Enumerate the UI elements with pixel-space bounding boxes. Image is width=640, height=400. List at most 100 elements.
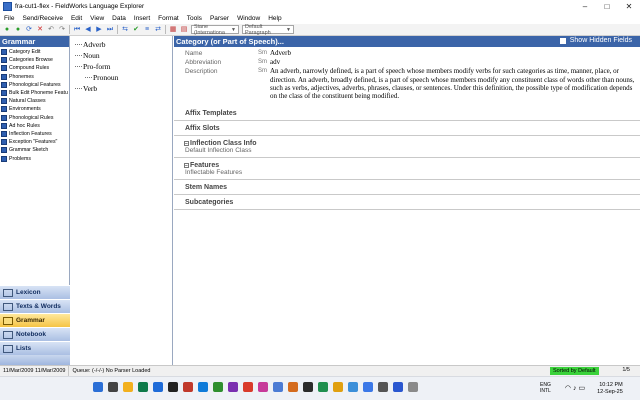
maximize-button[interactable]: □ xyxy=(596,0,618,13)
menu-insert[interactable]: Insert xyxy=(134,15,150,22)
abbreviation-field[interactable]: adv xyxy=(270,58,280,66)
refresh-icon[interactable]: ⟳ xyxy=(25,26,33,34)
tool-icon xyxy=(1,57,7,64)
name-field[interactable]: Adverb xyxy=(270,49,291,57)
delete-icon[interactable]: ✕ xyxy=(36,26,44,34)
sync-icon[interactable]: ⇄ xyxy=(154,26,162,34)
tool-categories-browse[interactable]: Categories Browse xyxy=(0,56,69,64)
app-icon[interactable] xyxy=(183,382,193,392)
search-icon[interactable] xyxy=(108,382,118,392)
description-field[interactable]: An adverb, narrowly defined, is a part o… xyxy=(270,67,638,100)
menu-view[interactable]: View xyxy=(90,15,104,22)
excel-icon[interactable] xyxy=(138,382,148,392)
tool-category-edit[interactable]: Category Edit xyxy=(0,48,69,56)
insert-icon[interactable]: ▦ xyxy=(169,26,177,34)
tool-problems[interactable]: Problems xyxy=(0,154,69,162)
description-field-row: Description Sm An adverb, narrowly defin… xyxy=(174,67,640,100)
redo-icon[interactable]: ↷ xyxy=(58,26,66,34)
close-button[interactable]: ✕ xyxy=(618,0,640,13)
minimize-button[interactable]: – xyxy=(574,0,596,13)
tree-item-pro-form[interactable]: Pro-form xyxy=(71,61,172,72)
forward-icon[interactable]: ● xyxy=(14,26,22,34)
tree-item-noun[interactable]: Noun xyxy=(71,50,172,61)
tool-natural-classes[interactable]: Natural Classes xyxy=(0,97,69,105)
app-icon[interactable] xyxy=(303,382,313,392)
affix-templates-title[interactable]: Affix Templates xyxy=(185,110,640,117)
area-notebook-button[interactable]: Notebook xyxy=(0,327,70,341)
tool-bulk-edit-phoneme-features[interactable]: Bulk Edit Phoneme Featu xyxy=(0,89,69,97)
app-icon[interactable] xyxy=(348,382,358,392)
show-hidden-fields-checkbox[interactable] xyxy=(559,37,566,44)
menu-edit[interactable]: Edit xyxy=(71,15,82,22)
vscode-icon[interactable] xyxy=(378,382,388,392)
tool-icon xyxy=(1,81,7,88)
tool-phonological-rules[interactable]: Phonological Rules xyxy=(0,114,69,122)
collapse-icon[interactable]: − xyxy=(184,163,189,169)
menu-send-receive[interactable]: Send/Receive xyxy=(22,15,62,22)
app-icon[interactable] xyxy=(258,382,268,392)
paragraph-style-select[interactable]: Default Paragraph ▼ xyxy=(242,24,294,36)
show-hidden-fields-toggle[interactable]: Show Hidden Fields xyxy=(559,37,632,44)
styles-icon[interactable]: ▤ xyxy=(180,26,188,34)
previous-record-icon[interactable]: ◀ xyxy=(84,26,92,34)
app-icon[interactable] xyxy=(363,382,373,392)
last-record-icon[interactable]: ⏭ xyxy=(106,26,114,34)
app-icon[interactable] xyxy=(213,382,223,392)
tool-compound-rules[interactable]: Compound Rules xyxy=(0,64,69,72)
menu-window[interactable]: Window xyxy=(237,15,260,22)
affix-slots-section: Affix Slots xyxy=(174,121,640,137)
clock[interactable]: 10:12 PM 12-Sep-25 xyxy=(597,382,623,396)
tool-exception-features[interactable]: Exception "Features" xyxy=(0,138,69,146)
features-title[interactable]: Features xyxy=(190,162,219,169)
undo-icon[interactable]: ↶ xyxy=(47,26,55,34)
app-icon[interactable] xyxy=(288,382,298,392)
tool-grammar-sketch[interactable]: Grammar Sketch xyxy=(0,146,69,154)
tree-item-adverb[interactable]: Adverb xyxy=(71,39,172,50)
input-language[interactable]: ENG INTL xyxy=(540,382,551,394)
menu-format[interactable]: Format xyxy=(158,15,179,22)
tool-ad-hoc-rules[interactable]: Ad hoc Rules xyxy=(0,122,69,130)
area-lexicon-button[interactable]: Lexicon xyxy=(0,285,70,299)
app-icon[interactable] xyxy=(393,382,403,392)
area-texts-words-button[interactable]: Texts & Words xyxy=(0,299,70,313)
menu-data[interactable]: Data xyxy=(112,15,126,22)
writing-system-select[interactable]: Siane (Internationa ▼ xyxy=(191,24,239,36)
first-record-icon[interactable]: ⏮ xyxy=(73,26,81,34)
powerpoint-icon[interactable] xyxy=(243,382,253,392)
back-icon[interactable]: ● xyxy=(3,26,11,34)
app-icon[interactable] xyxy=(333,382,343,392)
file-explorer-icon[interactable] xyxy=(123,382,133,392)
inflection-class-title[interactable]: Inflection Class Info xyxy=(190,140,257,147)
tray-icons[interactable]: ◠♪▭ xyxy=(565,384,587,392)
tree-connector xyxy=(75,66,82,67)
link-icon[interactable]: ⇆ xyxy=(121,26,129,34)
menu-parser[interactable]: Parser xyxy=(210,15,229,22)
tool-inflection-features[interactable]: Inflection Features xyxy=(0,130,69,138)
area-lists-button[interactable]: Lists xyxy=(0,341,70,355)
approve-icon[interactable]: ✔ xyxy=(132,26,140,34)
start-icon[interactable] xyxy=(93,382,103,392)
next-record-icon[interactable]: ▶ xyxy=(95,26,103,34)
tool-phonemes[interactable]: Phonemes xyxy=(0,73,69,81)
menu-tools[interactable]: Tools xyxy=(187,15,202,22)
tree-item-verb[interactable]: Verb xyxy=(71,83,172,94)
app-icon[interactable] xyxy=(273,382,283,392)
area-grammar-button[interactable]: Grammar xyxy=(0,313,70,327)
affix-slots-title[interactable]: Affix Slots xyxy=(185,125,640,132)
edge-icon[interactable] xyxy=(198,382,208,392)
app-icon[interactable] xyxy=(318,382,328,392)
collapse-icon[interactable]: − xyxy=(184,141,189,147)
app-icon[interactable] xyxy=(408,382,418,392)
menu-file[interactable]: File xyxy=(4,15,14,22)
nav-overflow-bar[interactable] xyxy=(0,355,70,365)
stem-names-title[interactable]: Stem Names xyxy=(185,184,640,191)
menu-help[interactable]: Help xyxy=(268,15,281,22)
list-icon[interactable]: ≡ xyxy=(143,26,151,34)
word-icon[interactable] xyxy=(153,382,163,392)
onenote-icon[interactable] xyxy=(228,382,238,392)
subcategories-title[interactable]: Subcategories xyxy=(185,199,640,206)
tree-item-pronoun[interactable]: Pronoun xyxy=(71,72,172,83)
tool-phonological-features[interactable]: Phonological Features xyxy=(0,81,69,89)
terminal-icon[interactable] xyxy=(168,382,178,392)
tool-environments[interactable]: Environments xyxy=(0,105,69,113)
